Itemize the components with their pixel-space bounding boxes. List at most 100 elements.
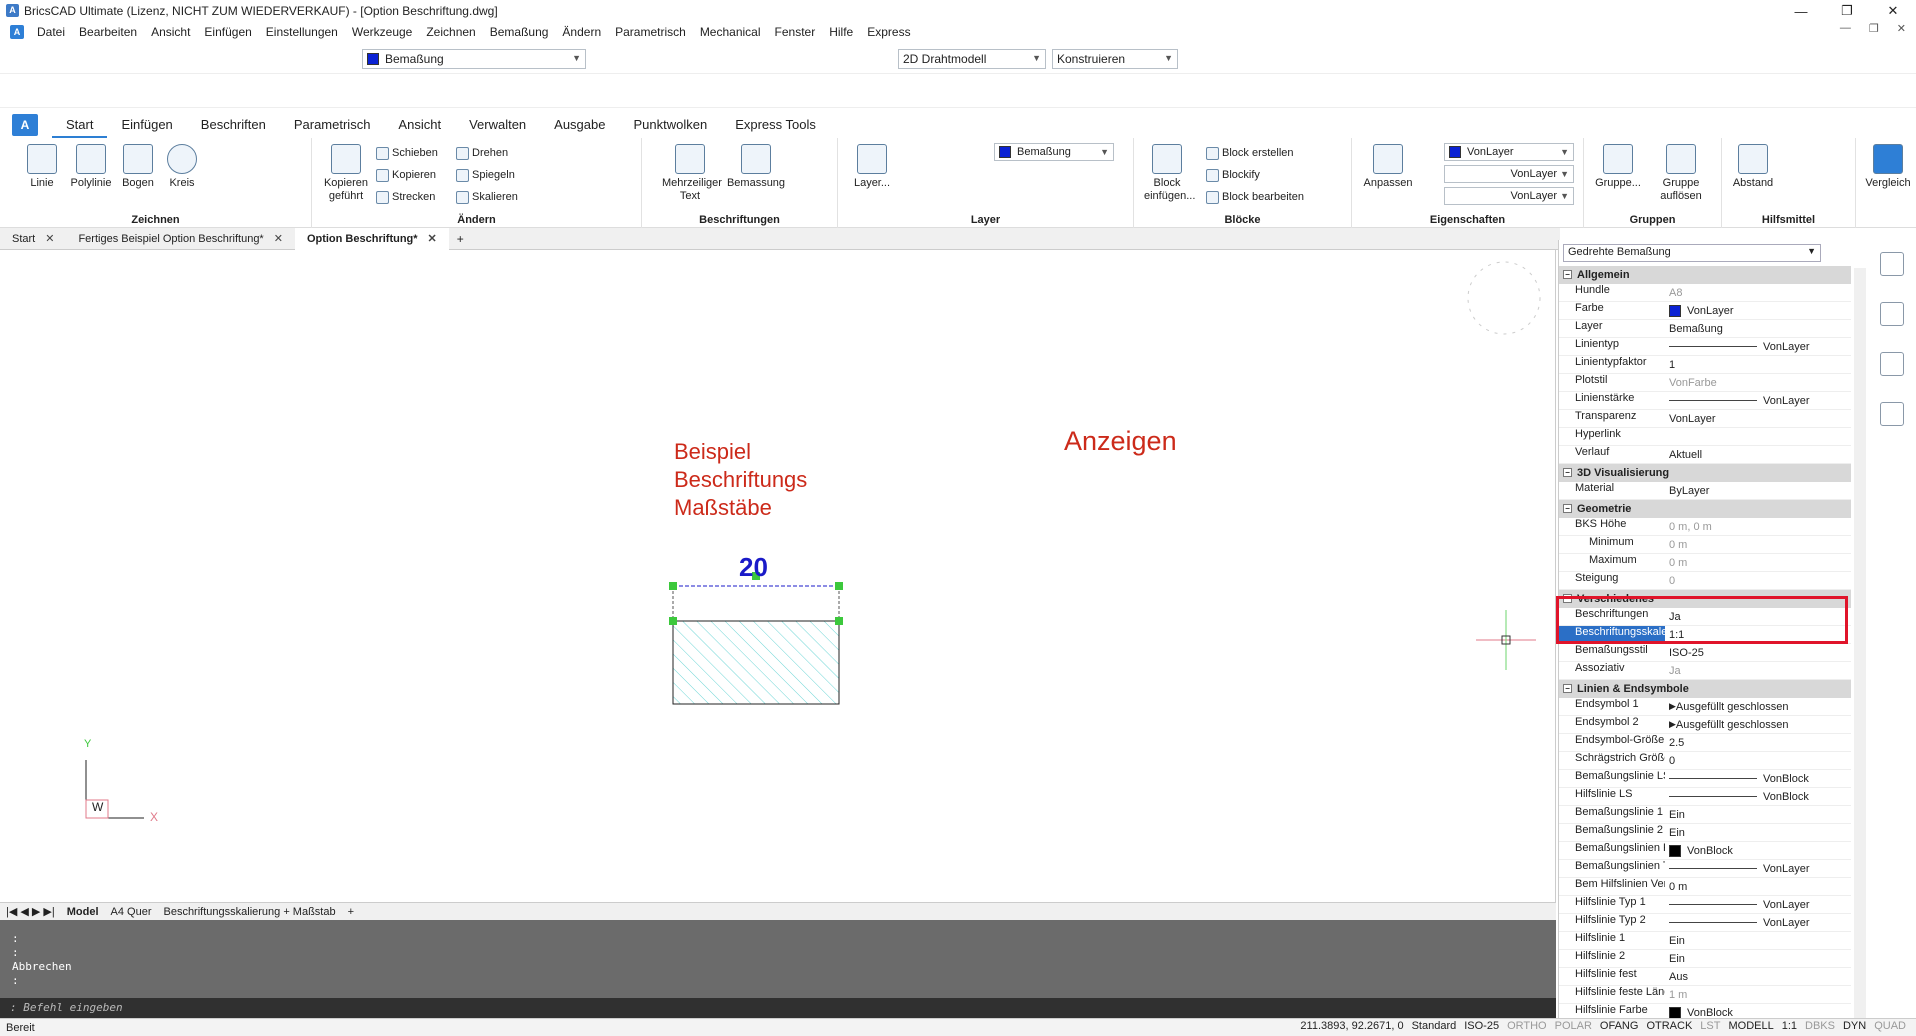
prop-row[interactable]: Maximum 0 m [1559,554,1851,572]
prop-row[interactable]: Linienstärke VonLayer [1559,392,1851,410]
prop-row[interactable]: Bemaßungslinien Farb VonBlock [1559,842,1851,860]
prop-row[interactable]: Bemaßungslinien Typ VonLayer [1559,860,1851,878]
prop-value[interactable]: VonLayer [1665,914,1851,931]
prop-row[interactable]: Hyperlink [1559,428,1851,446]
prop-row[interactable]: Farbe VonLayer [1559,302,1851,320]
maximize-button[interactable]: ❐ [1824,0,1870,22]
layer-combo[interactable]: Bemaßung ▼ [362,49,586,69]
status-toggle-1[interactable]: ISO-25 [1464,1020,1499,1032]
prop-value[interactable]: Ja [1665,662,1851,679]
menu-item-8[interactable]: Ändern [555,25,608,39]
workspace-combo[interactable]: Konstruieren ▼ [1052,49,1178,69]
prop-value[interactable]: Ein [1665,824,1851,841]
menu-item-0[interactable]: Datei [30,25,72,39]
ribbon-layer-combo[interactable]: Bemaßung ▼ [994,143,1114,161]
prop-value[interactable]: 0 m, 0 m [1665,518,1851,535]
status-toggle-4[interactable]: OFANG [1600,1020,1639,1032]
prop-value[interactable]: ▶ Ausgefüllt geschlossen [1665,698,1851,715]
mirror-button[interactable]: Spiegeln [456,166,515,184]
prop-value[interactable]: VonBlock [1665,770,1851,787]
ribbon-tab-4[interactable]: Ansicht [384,112,455,138]
prop-row[interactable]: Bem Hilfslinien Verläng 0 m [1559,878,1851,896]
collapse-icon[interactable]: − [1563,270,1572,279]
prop-row[interactable]: Bemaßungslinie 1 Ein [1559,806,1851,824]
prop-row[interactable]: Endsymbol 2 ▶ Ausgefüllt geschlossen [1559,716,1851,734]
prop-row[interactable]: Steigung 0 [1559,572,1851,590]
dimension-value[interactable]: 20 [739,552,768,583]
move-button[interactable]: Schieben [376,144,438,162]
ribbon-tab-6[interactable]: Ausgabe [540,112,619,138]
menu-item-3[interactable]: Einfügen [197,25,258,39]
prop-row[interactable]: Minimum 0 m [1559,536,1851,554]
ribbon-tab-2[interactable]: Beschriften [187,112,280,138]
prop-value[interactable]: 0 [1665,752,1851,769]
polyline-button[interactable]: Polylinie [66,144,116,190]
prop-value[interactable]: 2.5 [1665,734,1851,751]
menu-item-1[interactable]: Bearbeiten [72,25,144,39]
drawing-canvas[interactable]: Beispiel Beschriftungs Maßstäbe Anzeigen… [0,250,1556,902]
copy-guided-button[interactable]: Kopieren geführt [318,144,374,203]
menu-item-4[interactable]: Einstellungen [259,25,345,39]
close-tab-icon[interactable]: ✕ [45,228,54,250]
prop-value[interactable]: 1 m [1665,986,1851,1003]
arc-button[interactable]: Bogen [118,144,158,190]
properties-scrollbar[interactable] [1854,268,1866,1018]
prop-row[interactable]: Endsymbol-Größe 2.5 [1559,734,1851,752]
line-button[interactable]: Linie [22,144,62,190]
prop-row[interactable]: Verlauf Aktuell [1559,446,1851,464]
status-toggle-2[interactable]: ORTHO [1507,1020,1547,1032]
prop-value[interactable]: 0 m [1665,878,1851,895]
prop-value[interactable]: 0 [1665,572,1851,589]
stretch-button[interactable]: Strecken [376,188,435,206]
layout-tab-0[interactable]: Model [67,906,99,918]
menu-item-6[interactable]: Zeichnen [419,25,482,39]
prop-category[interactable]: − Linien & Endsymbole [1559,680,1851,698]
block-edit-button[interactable]: Block bearbeiten [1206,188,1304,206]
doc-tab-1[interactable]: Fertiges Beispiel Option Beschriftung* ✕ [66,228,294,250]
prop-row[interactable]: Linientypfaktor 1 [1559,356,1851,374]
dimension-button[interactable]: Bemassung [726,144,786,190]
prop-row[interactable]: Hilfslinie Typ 2 VonLayer [1559,914,1851,932]
color-combo[interactable]: VonLayer ▼ [1444,143,1574,161]
group-button[interactable]: Gruppe... [1590,144,1646,190]
copy-button[interactable]: Kopieren [376,166,436,184]
mdi-close-icon[interactable]: ✕ [1897,22,1906,35]
visual-style-combo[interactable]: 2D Drahtmodell ▼ [898,49,1046,69]
layout-tab-2[interactable]: Beschriftungsskalierung + Maßstab [163,906,335,918]
layout-nav-icon[interactable]: |◀ ◀ ▶ ▶| [6,905,55,918]
ribbon-tab-3[interactable]: Parametrisch [280,112,385,138]
prop-value[interactable]: ISO-25 [1665,644,1851,661]
close-button[interactable]: ✕ [1870,0,1916,22]
layer-button[interactable]: Layer... [852,144,892,190]
command-input[interactable]: : Befehl eingeben [0,998,1556,1018]
prop-row[interactable]: Plotstil VonFarbe [1559,374,1851,392]
lineweight-combo[interactable]: VonLayer ▼ [1444,187,1574,205]
mdi-minimize-icon[interactable]: — [1840,22,1851,35]
status-toggle-6[interactable]: LST [1700,1020,1720,1032]
status-toggle-7[interactable]: MODELL [1728,1020,1773,1032]
blockify-button[interactable]: Blockify [1206,166,1260,184]
mtext-button[interactable]: Mehrzeiliger Text [662,144,722,203]
prop-value[interactable]: Bemaßung [1665,320,1851,337]
library-panel-icon[interactable] [1880,402,1904,426]
linetype-combo[interactable]: VonLayer ▼ [1444,165,1574,183]
circle-button[interactable]: Kreis [162,144,202,190]
prop-value[interactable]: VonLayer [1665,896,1851,913]
menu-item-2[interactable]: Ansicht [144,25,197,39]
prop-row[interactable]: Layer Bemaßung [1559,320,1851,338]
prop-value[interactable] [1665,428,1851,445]
prop-row[interactable]: BKS Höhe 0 m, 0 m [1559,518,1851,536]
ungroup-button[interactable]: Gruppe auflösen [1650,144,1712,203]
properties-panel-icon[interactable] [1880,252,1904,276]
ribbon-tab-5[interactable]: Verwalten [455,112,540,138]
menu-item-13[interactable]: Express [860,25,917,39]
prop-row[interactable]: Bemaßungslinie LS VonBlock [1559,770,1851,788]
prop-row[interactable]: Hilfslinie 1 Ein [1559,932,1851,950]
prop-value[interactable]: VonLayer [1665,392,1851,409]
prop-row[interactable]: Hundle A8 [1559,284,1851,302]
selection-combo[interactable]: Gedrehte Bemaßung ▼ [1563,244,1821,262]
status-toggle-3[interactable]: POLAR [1555,1020,1592,1032]
prop-value[interactable]: A8 [1665,284,1851,301]
prop-row[interactable]: Transparenz VonLayer [1559,410,1851,428]
collapse-icon[interactable]: − [1563,504,1572,513]
